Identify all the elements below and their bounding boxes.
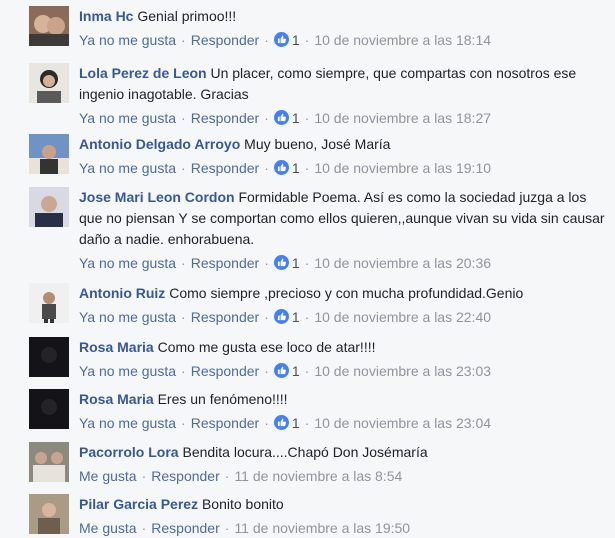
comment-actions: Me gusta · Responder · 11 de noviembre a las… [79, 520, 411, 536]
comment-text: Bendita locura....Chapó Don Josémaría [182, 444, 428, 460]
reaction-count[interactable]: 1 [292, 309, 300, 325]
comment-actions: Ya no me gusta · Responder · 1 · 10 de noviemb… [79, 160, 492, 176]
thumbs-up-icon[interactable] [273, 160, 289, 175]
comment-timestamp[interactable]: 11 de noviembre a las 8:54 [234, 468, 402, 484]
comment-actions: Ya no me gusta · Responder · 1 · 10 de noviemb… [79, 32, 492, 48]
like-link[interactable]: Ya no me gusta [79, 110, 176, 126]
comment-timestamp[interactable]: 10 de noviembre a las 19:10 [314, 160, 491, 176]
comment-text: Bonito bonito [201, 496, 284, 512]
comment-author[interactable]: Jose Mari Leon Cordon [79, 189, 235, 205]
like-link[interactable]: Ya no me gusta [79, 32, 176, 48]
reply-link[interactable]: Responder [191, 363, 260, 379]
thumbs-up-icon[interactable] [273, 309, 289, 324]
reply-link[interactable]: Responder [151, 468, 220, 484]
comment-author[interactable]: Rosa Maria [79, 339, 154, 355]
comment-author[interactable]: Inma Hc [79, 8, 133, 24]
comment-text: Como me gusta ese loco de atar!!!! [157, 339, 376, 355]
avatar[interactable] [29, 337, 69, 377]
like-link[interactable]: Ya no me gusta [79, 255, 176, 271]
reaction-count[interactable]: 1 [292, 160, 300, 176]
like-link[interactable]: Ya no me gusta [79, 309, 176, 325]
comment-actions: Ya no me gusta · Responder · 1 · 10 de noviemb… [79, 309, 492, 325]
comment-timestamp[interactable]: 10 de noviembre a las 22:40 [314, 309, 491, 325]
reaction-count[interactable]: 1 [292, 255, 300, 271]
comment-timestamp[interactable]: 10 de noviembre a las 20:36 [314, 255, 491, 271]
comment-actions: Ya no me gusta · Responder · 1 · 10 de noviemb… [79, 415, 492, 431]
like-link[interactable]: Ya no me gusta [79, 160, 176, 176]
comment-text: Genial primoo!!! [137, 8, 237, 24]
thumbs-up-icon[interactable] [273, 32, 289, 47]
avatar[interactable] [29, 134, 69, 174]
avatar[interactable] [29, 442, 69, 482]
reaction-count[interactable]: 1 [292, 32, 300, 48]
like-link[interactable]: Ya no me gusta [79, 415, 176, 431]
reply-link[interactable]: Responder [191, 309, 260, 325]
comment-actions: Me gusta · Responder · 11 de noviembre a las… [79, 468, 403, 484]
comment-list: Inma Hc Genial primoo!!! Ya no me gusta ·… [0, 0, 615, 536]
thumbs-up-icon[interactable] [273, 255, 289, 270]
like-link[interactable]: Ya no me gusta [79, 363, 176, 379]
comment-author[interactable]: Lola Perez de Leon [79, 65, 207, 81]
comment-timestamp[interactable]: 10 de noviembre a las 23:03 [314, 363, 491, 379]
thumbs-up-icon[interactable] [273, 110, 289, 125]
avatar[interactable] [29, 6, 69, 46]
avatar[interactable] [29, 389, 69, 429]
comment-timestamp[interactable]: 10 de noviembre a las 18:27 [314, 110, 491, 126]
comment-actions: Ya no me gusta · Responder · 1 · 10 de noviemb… [79, 110, 492, 126]
reply-link[interactable]: Responder [191, 255, 260, 271]
like-link[interactable]: Me gusta [79, 520, 137, 536]
like-link[interactable]: Me gusta [79, 468, 137, 484]
comment-timestamp[interactable]: 10 de noviembre a las 18:14 [314, 32, 491, 48]
comment-text: Como siempre ,precioso y con mucha profu… [169, 285, 524, 301]
thumbs-up-icon[interactable] [273, 363, 289, 378]
comment-author[interactable]: Pilar Garcia Perez [79, 496, 198, 512]
comment-author[interactable]: Antonio Delgado Arroyo [79, 136, 240, 152]
comment-timestamp[interactable]: 11 de noviembre a las 19:50 [234, 520, 410, 536]
reply-link[interactable]: Responder [191, 415, 260, 431]
reaction-count[interactable]: 1 [292, 110, 300, 126]
avatar[interactable] [29, 63, 69, 103]
comment-timestamp[interactable]: 10 de noviembre a las 23:04 [314, 415, 491, 431]
comment-actions: Ya no me gusta · Responder · 1 · 10 de noviemb… [79, 255, 492, 271]
reaction-count[interactable]: 1 [292, 415, 300, 431]
comment-author[interactable]: Antonio Ruiz [79, 285, 165, 301]
avatar[interactable] [29, 187, 69, 227]
avatar[interactable] [29, 283, 69, 323]
comment-text: Eres un fenómeno!!!! [157, 391, 288, 407]
comment-actions: Ya no me gusta · Responder · 1 · 10 de noviemb… [79, 363, 492, 379]
avatar[interactable] [29, 494, 69, 534]
reaction-count[interactable]: 1 [292, 363, 300, 379]
reply-link[interactable]: Responder [191, 110, 260, 126]
comment-author[interactable]: Pacorrolo Lora [79, 444, 179, 460]
comment-author[interactable]: Rosa Maria [79, 391, 154, 407]
comment-text: Muy bueno, José María [244, 136, 391, 152]
reply-link[interactable]: Responder [191, 160, 260, 176]
reply-link[interactable]: Responder [191, 32, 260, 48]
thumbs-up-icon[interactable] [273, 415, 289, 430]
reply-link[interactable]: Responder [151, 520, 220, 536]
